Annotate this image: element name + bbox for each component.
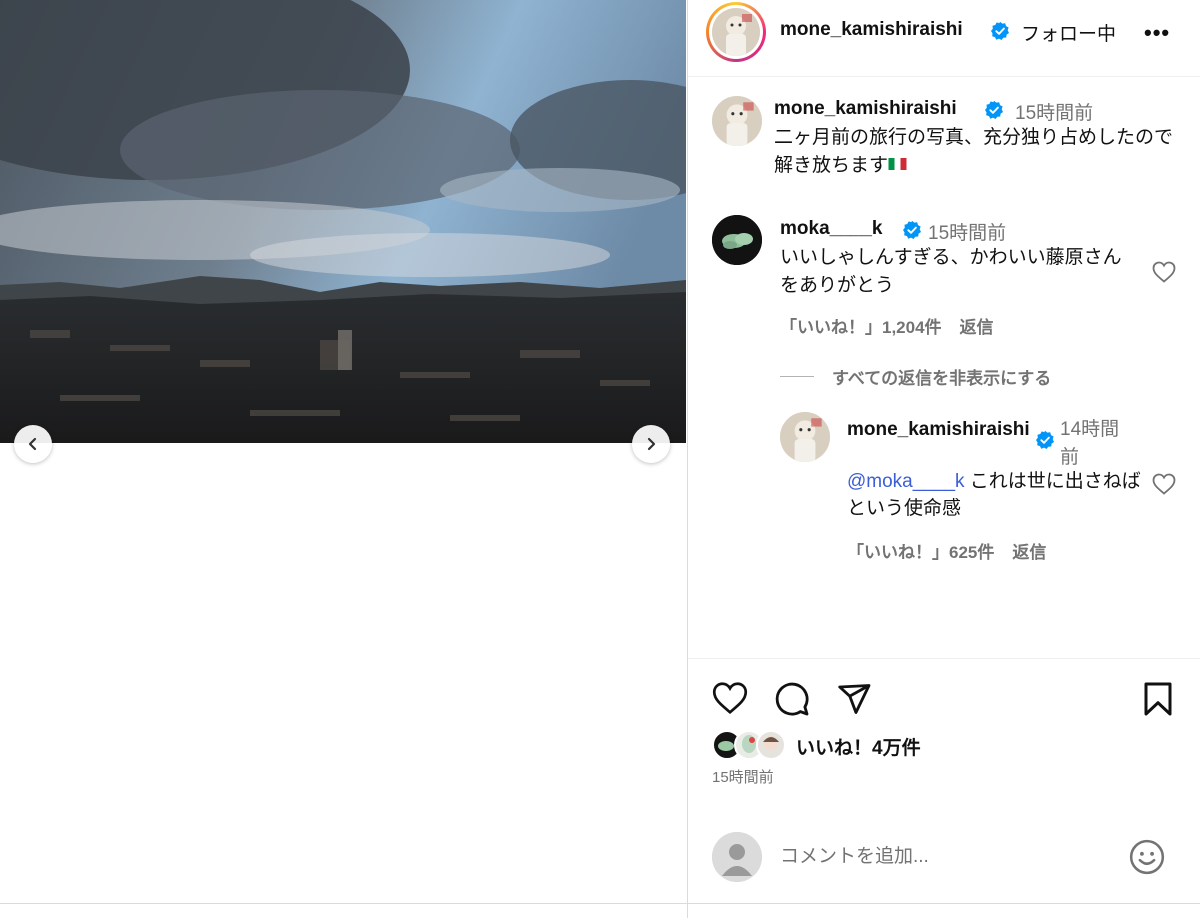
- likers-avatars[interactable]: [712, 730, 792, 762]
- save-button[interactable]: [1142, 681, 1174, 722]
- hide-replies-button[interactable]: すべての返信を非表示にする: [780, 364, 1051, 389]
- share-button[interactable]: [836, 681, 872, 722]
- caption-text: 二ヶ月前の旅行の写真、充分独り占めしたので解き放ちます: [774, 124, 1174, 180]
- reply-like-button[interactable]: [1152, 473, 1176, 500]
- caption-username[interactable]: mone_kamishiraishi: [774, 98, 957, 120]
- page-bottom-divider: [0, 903, 1200, 904]
- verified-badge-icon: [902, 220, 922, 245]
- reply-author-avatar[interactable]: [780, 412, 830, 462]
- replies-divider-line: [780, 376, 814, 377]
- caption-author-avatar[interactable]: [712, 96, 762, 146]
- reply-timestamp[interactable]: 14時間前: [1060, 416, 1132, 472]
- reply-username[interactable]: mone_kamishiraishi: [847, 416, 1032, 444]
- heart-icon: [712, 682, 748, 715]
- reply-mention-link[interactable]: @moka____k: [847, 471, 965, 492]
- verified-badge-icon: [984, 100, 1004, 125]
- commenter-avatar[interactable]: [712, 215, 762, 265]
- like-button[interactable]: [712, 681, 748, 720]
- caption-timestamp[interactable]: 15時間前: [1015, 98, 1093, 125]
- comment-meta: 「いいね！」1,204件 返信: [780, 313, 1012, 338]
- more-options-button[interactable]: •••: [1144, 20, 1170, 46]
- previous-photo-button[interactable]: [14, 425, 52, 463]
- author-username[interactable]: mone_kamishiraishi: [780, 19, 963, 41]
- heart-icon: [1152, 261, 1176, 283]
- header-divider: [688, 76, 1200, 77]
- comment-icon: [775, 682, 809, 716]
- paper-plane-icon: [838, 684, 871, 714]
- smiley-icon: [1129, 839, 1165, 875]
- author-story-ring[interactable]: [706, 2, 766, 62]
- comment-button[interactable]: [774, 681, 810, 722]
- comment-input[interactable]: [780, 840, 1110, 874]
- caption-body: 二ヶ月前の旅行の写真、充分独り占めしたので解き放ちます: [774, 127, 1174, 176]
- verified-badge-icon: [990, 21, 1010, 46]
- italy-flag-icon: [888, 158, 907, 170]
- media-pane: [0, 0, 687, 918]
- emoji-button[interactable]: [1128, 838, 1166, 881]
- author-avatar: [712, 8, 760, 56]
- hide-replies-label: すべての返信を非表示にする: [832, 369, 1052, 388]
- comment-like-button[interactable]: [1152, 261, 1176, 288]
- heart-icon: [1152, 473, 1176, 495]
- reply-meta: 「いいね！」625件 返信: [847, 538, 1064, 563]
- comment-reply-button[interactable]: 返信: [960, 318, 994, 337]
- follow-status-button[interactable]: フォロー中: [1021, 19, 1116, 46]
- current-user-avatar: [712, 832, 762, 882]
- comment-username[interactable]: moka____k: [780, 218, 882, 240]
- comment-timestamp[interactable]: 15時間前: [928, 218, 1006, 245]
- liker-avatar: [756, 730, 786, 760]
- post-details-pane: mone_kamishiraishi フォロー中 ••• mone_kamish…: [688, 0, 1200, 918]
- reply-reply-button[interactable]: 返信: [1012, 543, 1046, 562]
- chevron-left-icon: [28, 437, 37, 451]
- chevron-right-icon: [647, 437, 656, 451]
- reply-text: @moka____k これは世に出さねばという使命感: [847, 468, 1142, 522]
- post-photo[interactable]: [0, 0, 686, 443]
- likes-count[interactable]: いいね！4万件: [796, 733, 921, 760]
- actions-divider: [688, 658, 1200, 659]
- comment-text: いいしゃしんすぎる、かわいい藤原さんをありがとう: [780, 247, 1122, 296]
- verified-badge-icon: [1035, 430, 1055, 455]
- next-photo-button[interactable]: [632, 425, 670, 463]
- comment-like-count[interactable]: 「いいね！」1,204件: [780, 318, 942, 337]
- post-timestamp[interactable]: 15時間前: [712, 766, 774, 787]
- reply-like-count[interactable]: 「いいね！」625件: [847, 543, 994, 562]
- post-header: mone_kamishiraishi フォロー中 •••: [688, 0, 1200, 62]
- bookmark-icon: [1144, 682, 1172, 716]
